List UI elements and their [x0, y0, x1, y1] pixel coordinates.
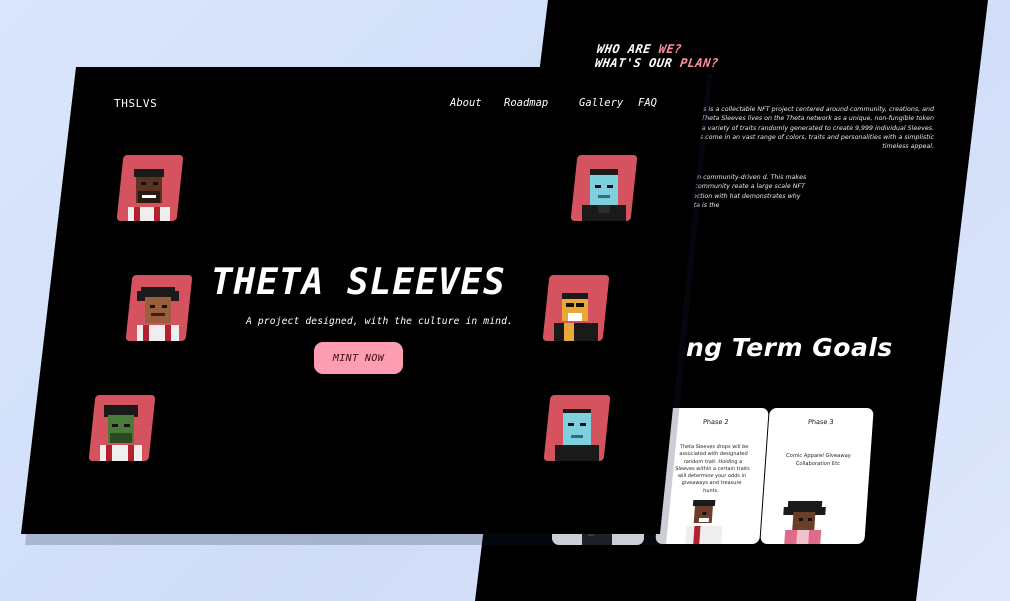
mint-now-button[interactable]: MINT NOW — [314, 342, 403, 374]
avatar-nft — [543, 395, 611, 461]
character-icon — [128, 169, 170, 221]
avatar-nft — [542, 275, 610, 341]
avatar-nft — [570, 155, 638, 221]
nav-roadmap[interactable]: Roadmap — [504, 97, 548, 109]
nav-gallery[interactable]: Gallery — [579, 97, 623, 109]
title-line1-highlight: WE? — [657, 42, 683, 56]
nav-about[interactable]: About — [450, 97, 482, 109]
character-icon — [582, 169, 626, 221]
phase-3-card: Phase 3 Comic Apparel Giveaway Collabora… — [760, 408, 874, 544]
hero-title: THETA SLEEVES — [211, 262, 506, 303]
character-icon — [555, 409, 599, 461]
character-icon — [100, 405, 142, 461]
hero-subtitle: A project designed, with the culture in … — [246, 316, 513, 327]
title-line1-text: WHO ARE — [596, 42, 660, 56]
nav-faq[interactable]: FAQ — [638, 97, 657, 109]
site-logo[interactable]: THSLVS — [114, 97, 157, 110]
character-icon — [137, 287, 179, 341]
goals-heading: ng Term Goals — [686, 333, 893, 362]
avatar-nft — [125, 275, 193, 341]
character-icon — [554, 293, 598, 341]
character-icon — [783, 501, 826, 544]
avatar-nft — [88, 395, 156, 461]
avatar-nft — [116, 155, 184, 221]
about-title: WHO ARE WE? WHAT'S OUR PLAN? — [594, 42, 722, 70]
